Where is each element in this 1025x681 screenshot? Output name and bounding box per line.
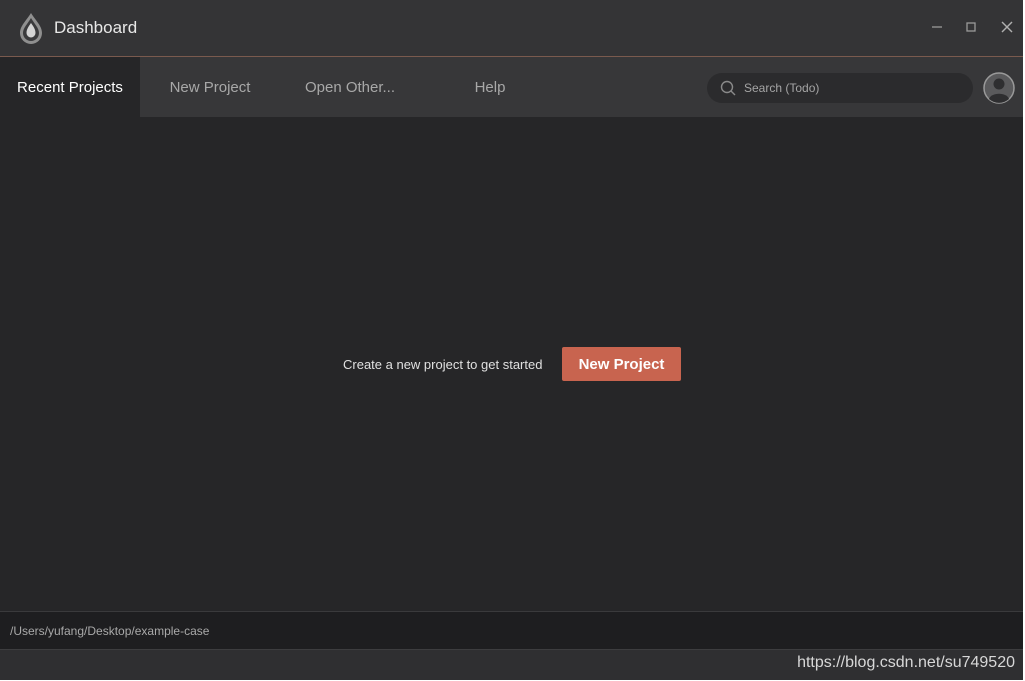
maximize-button[interactable] xyxy=(961,17,981,37)
main-content: Create a new project to get started New … xyxy=(0,117,1023,611)
watermark-text: https://blog.csdn.net/su749520 xyxy=(797,654,1015,671)
path-bar: /Users/yufang/Desktop/example-case xyxy=(0,611,1023,649)
search-icon xyxy=(720,80,736,96)
new-project-button[interactable]: New Project xyxy=(562,347,681,381)
tab-label: Help xyxy=(474,78,506,96)
bottom-bar: https://blog.csdn.net/su749520 xyxy=(0,649,1023,680)
empty-state-message: Create a new project to get started xyxy=(343,357,543,372)
close-icon xyxy=(1001,21,1013,33)
tab-recent-projects[interactable]: Recent Projects xyxy=(0,57,140,117)
tab-label: New Project xyxy=(169,78,251,96)
tab-help[interactable]: Help xyxy=(420,57,560,117)
minimize-icon xyxy=(932,26,942,28)
maximize-icon xyxy=(966,22,976,32)
app-logo-icon xyxy=(18,12,44,44)
dashboard-window: Dashboard Recent Projects New Project Op… xyxy=(0,0,1025,680)
tab-label: Open Other... xyxy=(304,78,396,96)
user-avatar-icon[interactable] xyxy=(983,72,1015,104)
title-bar: Dashboard xyxy=(0,0,1023,57)
tab-new-project[interactable]: New Project xyxy=(140,57,280,117)
window-title: Dashboard xyxy=(54,18,138,37)
tab-label: Recent Projects xyxy=(17,78,123,96)
search-input[interactable] xyxy=(742,80,963,96)
close-button[interactable] xyxy=(997,17,1017,37)
tab-open-other[interactable]: Open Other... xyxy=(280,57,420,117)
search-box[interactable] xyxy=(707,73,973,103)
nav-bar: Recent Projects New Project Open Other..… xyxy=(0,57,1023,117)
minimize-button[interactable] xyxy=(927,17,947,37)
current-path: /Users/yufang/Desktop/example-case xyxy=(10,624,210,638)
